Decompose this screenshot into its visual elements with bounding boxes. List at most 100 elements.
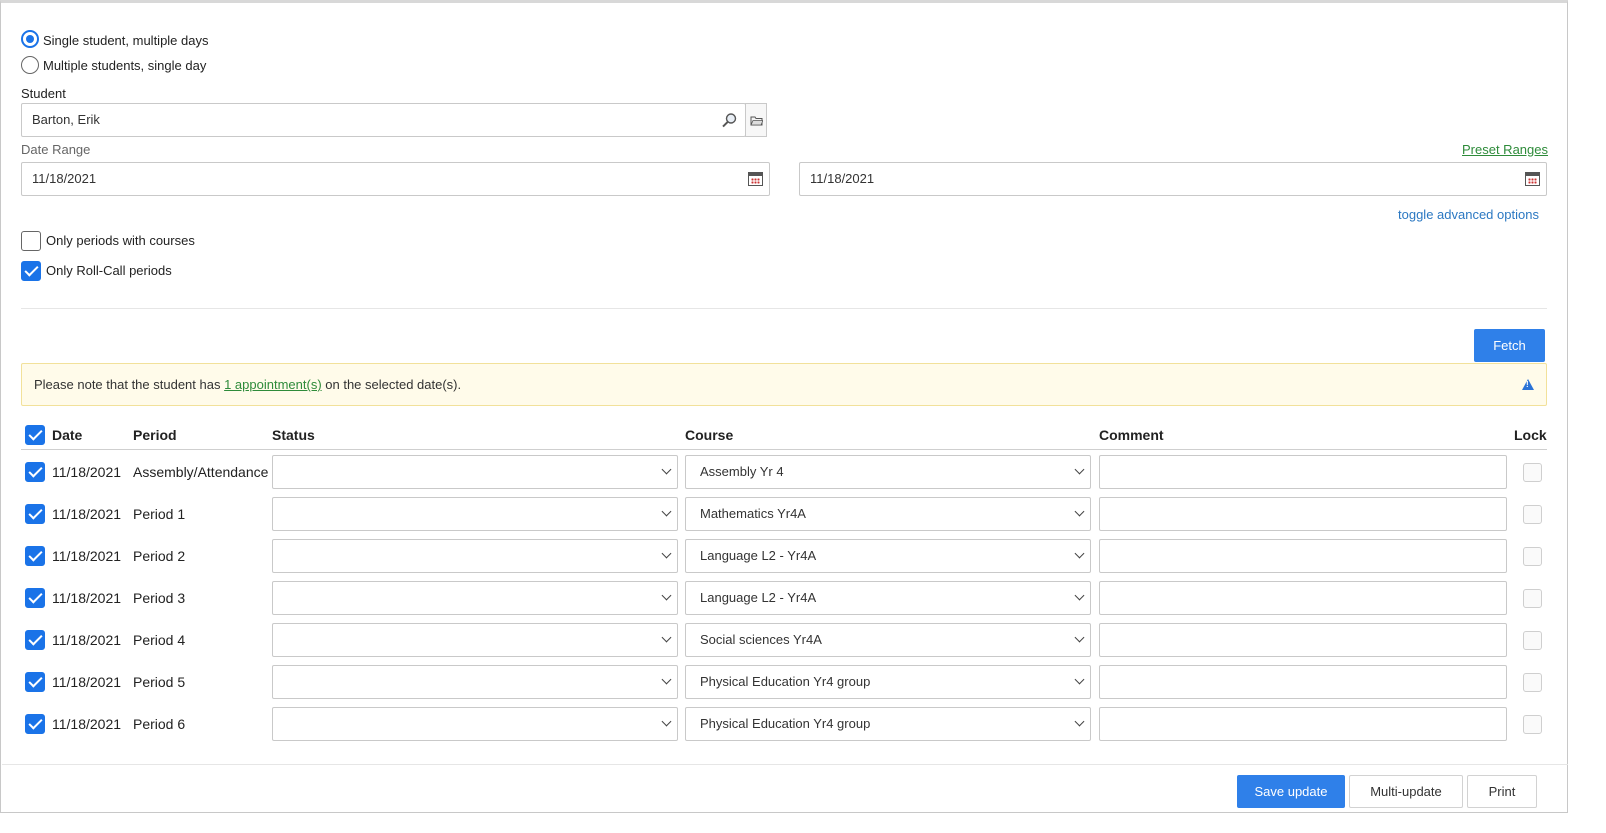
select-all-checkbox[interactable]	[25, 425, 45, 445]
lock-checkbox[interactable]	[1523, 631, 1542, 650]
course-value: Physical Education Yr4 group	[700, 674, 871, 689]
row-select-checkbox[interactable]	[25, 504, 45, 524]
comment-input[interactable]	[1099, 539, 1507, 573]
chevron-down-icon	[661, 508, 673, 520]
end-date-field[interactable]: 11/18/2021	[799, 162, 1547, 196]
folder-icon[interactable]	[745, 103, 767, 137]
comment-input[interactable]	[1099, 665, 1507, 699]
appointment-alert: Please note that the student has 1 appoi…	[21, 363, 1547, 406]
status-select[interactable]	[272, 623, 678, 657]
row-period: Assembly/Attendance	[133, 464, 269, 480]
course-select[interactable]: Language L2 - Yr4A	[685, 539, 1091, 573]
radio-multiple-students-label[interactable]: Multiple students, single day	[43, 58, 206, 73]
comment-input[interactable]	[1099, 497, 1507, 531]
comment-input[interactable]	[1099, 623, 1507, 657]
course-value: Language L2 - Yr4A	[700, 548, 817, 563]
end-date-value: 11/18/2021	[810, 171, 875, 186]
comment-input[interactable]	[1099, 581, 1507, 615]
course-select[interactable]: Assembly Yr 4	[685, 455, 1091, 489]
course-value: Assembly Yr 4	[700, 464, 784, 479]
status-select[interactable]	[272, 581, 678, 615]
row-period: Period 1	[133, 506, 186, 522]
alert-text: Please note that the student has 1 appoi…	[34, 377, 461, 392]
status-select[interactable]	[272, 707, 678, 741]
column-header-course: Course	[685, 427, 734, 443]
chevron-down-icon	[1074, 676, 1086, 688]
lock-checkbox[interactable]	[1523, 505, 1542, 524]
student-label: Student	[21, 86, 66, 101]
appointments-link[interactable]: 1 appointment(s)	[224, 377, 322, 392]
lock-checkbox[interactable]	[1523, 715, 1542, 734]
divider	[21, 308, 1547, 309]
course-value: Mathematics Yr4A	[700, 506, 806, 521]
table-header-divider	[21, 449, 1547, 450]
footer-divider	[2, 764, 1568, 765]
search-icon[interactable]	[718, 104, 740, 136]
row-select-checkbox[interactable]	[25, 462, 45, 482]
radio-multiple-students[interactable]	[21, 56, 39, 74]
course-value: Social sciences Yr4A	[700, 632, 822, 647]
radio-single-student-label[interactable]: Single student, multiple days	[43, 33, 208, 48]
preset-ranges-link[interactable]: Preset Ranges	[1462, 142, 1548, 157]
course-select[interactable]: Social sciences Yr4A	[685, 623, 1091, 657]
comment-input[interactable]	[1099, 707, 1507, 741]
column-header-period: Period	[133, 427, 177, 443]
chevron-down-icon	[661, 466, 673, 478]
lock-checkbox[interactable]	[1523, 589, 1542, 608]
only-periods-with-courses-label[interactable]: Only periods with courses	[46, 233, 195, 248]
chevron-down-icon	[661, 592, 673, 604]
chevron-down-icon	[1074, 592, 1086, 604]
only-roll-call-checkbox[interactable]	[21, 261, 41, 281]
column-header-comment: Comment	[1099, 427, 1164, 443]
status-select[interactable]	[272, 497, 678, 531]
save-update-button[interactable]: Save update	[1237, 775, 1345, 808]
column-header-lock: Lock	[1514, 427, 1547, 443]
row-select-checkbox[interactable]	[25, 714, 45, 734]
chevron-down-icon	[1074, 718, 1086, 730]
student-value: Barton, Erik	[32, 112, 100, 127]
row-period: Period 4	[133, 632, 186, 648]
student-input[interactable]: Barton, Erik	[21, 103, 746, 137]
row-date: 11/18/2021	[52, 716, 122, 732]
course-select[interactable]: Language L2 - Yr4A	[685, 581, 1091, 615]
course-value: Physical Education Yr4 group	[700, 716, 871, 731]
row-period: Period 5	[133, 674, 186, 690]
print-button[interactable]: Print	[1467, 775, 1537, 808]
course-select[interactable]: Physical Education Yr4 group	[685, 707, 1091, 741]
course-select[interactable]: Mathematics Yr4A	[685, 497, 1091, 531]
row-period: Period 3	[133, 590, 186, 606]
row-select-checkbox[interactable]	[25, 630, 45, 650]
chevron-down-icon	[661, 550, 673, 562]
status-select[interactable]	[272, 455, 678, 489]
column-header-status: Status	[272, 427, 315, 443]
row-period: Period 6	[133, 716, 186, 732]
radio-single-student[interactable]	[21, 30, 39, 48]
attendance-panel: Single student, multiple days Multiple s…	[0, 0, 1568, 813]
row-date: 11/18/2021	[52, 464, 122, 480]
lock-checkbox[interactable]	[1523, 673, 1542, 692]
alert-prefix: Please note that the student has	[34, 377, 225, 392]
only-periods-with-courses-checkbox[interactable]	[21, 231, 41, 251]
status-select[interactable]	[272, 539, 678, 573]
fetch-button[interactable]: Fetch	[1474, 329, 1545, 362]
multi-update-button[interactable]: Multi-update	[1349, 775, 1463, 808]
chevron-down-icon	[1074, 634, 1086, 646]
only-roll-call-label[interactable]: Only Roll-Call periods	[46, 263, 172, 278]
calendar-icon[interactable]	[1525, 172, 1540, 186]
row-date: 11/18/2021	[52, 632, 122, 648]
chevron-down-icon	[661, 676, 673, 688]
lock-checkbox[interactable]	[1523, 463, 1542, 482]
row-date: 11/18/2021	[52, 674, 122, 690]
row-select-checkbox[interactable]	[25, 588, 45, 608]
chevron-down-icon	[1074, 466, 1086, 478]
lock-checkbox[interactable]	[1523, 547, 1542, 566]
course-select[interactable]: Physical Education Yr4 group	[685, 665, 1091, 699]
status-select[interactable]	[272, 665, 678, 699]
row-select-checkbox[interactable]	[25, 672, 45, 692]
row-select-checkbox[interactable]	[25, 546, 45, 566]
start-date-value: 11/18/2021	[32, 171, 97, 186]
toggle-advanced-options-link[interactable]: toggle advanced options	[1398, 207, 1539, 222]
calendar-icon[interactable]	[748, 172, 763, 186]
start-date-field[interactable]: 11/18/2021	[21, 162, 770, 196]
comment-input[interactable]	[1099, 455, 1507, 489]
